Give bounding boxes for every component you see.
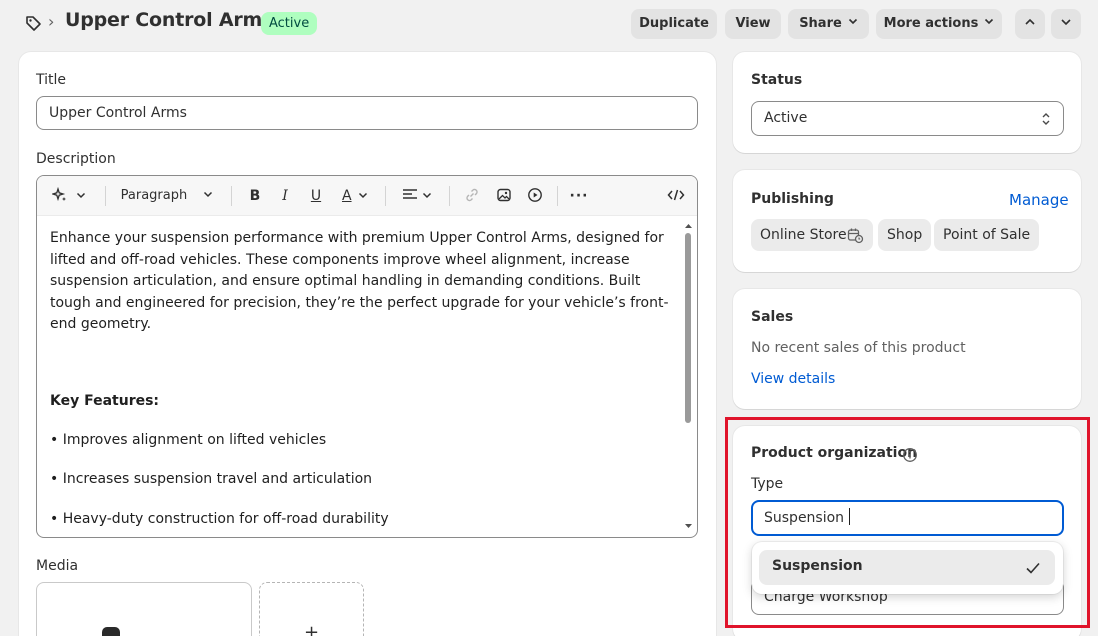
channel-label: Online Store — [760, 227, 847, 243]
title-label: Title — [36, 72, 67, 88]
bold-button[interactable]: B — [245, 184, 265, 208]
chevron-down-icon — [204, 191, 213, 198]
sales-heading: Sales — [751, 309, 794, 325]
chevron-down-icon — [423, 192, 432, 199]
more-actions-label: More actions — [883, 16, 979, 31]
next-product-button[interactable] — [1051, 9, 1081, 39]
chevron-down-icon — [1061, 19, 1071, 26]
channel-shop[interactable]: Shop — [878, 219, 932, 251]
text-color-icon: A — [341, 188, 352, 204]
select-arrows-icon — [1042, 113, 1050, 125]
more-actions-button[interactable]: More actions — [876, 9, 1002, 39]
chevron-up-icon — [1025, 18, 1035, 25]
add-media-button[interactable]: + — [259, 582, 364, 636]
previous-product-button[interactable] — [1015, 9, 1045, 39]
play-circle-icon — [528, 188, 542, 202]
description-label: Description — [36, 151, 116, 167]
feature-item: • Increases suspension travel and articu… — [50, 471, 373, 487]
channel-point-of-sale[interactable]: Point of Sale — [934, 219, 1040, 251]
ai-generate-button[interactable] — [49, 184, 89, 208]
editor-toolbar: Paragraph B I U A ··· — [37, 176, 697, 216]
focus-highlight-box — [725, 417, 1090, 628]
duplicate-button[interactable]: Duplicate — [631, 9, 717, 39]
feature-item: • Heavy-duty construction for off-road d… — [50, 511, 389, 527]
channel-online-store[interactable]: Online Store — [751, 219, 873, 251]
chevron-right-icon: › — [48, 12, 55, 31]
toolbar-divider — [105, 186, 106, 206]
paragraph-style-label: Paragraph — [120, 188, 188, 203]
media-thumbnail[interactable] — [36, 582, 252, 636]
show-html-button[interactable] — [663, 184, 689, 208]
status-select[interactable]: Active — [751, 101, 1064, 136]
text-color-button[interactable]: A — [337, 184, 373, 208]
title-input[interactable]: Upper Control Arms — [36, 96, 698, 130]
insert-image-button[interactable] — [493, 184, 515, 208]
feature-item: • Improves alignment on lifted vehicles — [50, 432, 327, 448]
page-header: › Upper Control Arms Active Duplicate Vi… — [0, 0, 1098, 46]
description-paragraph: Enhance your suspension performance with… — [50, 230, 669, 332]
toolbar-divider — [231, 186, 232, 206]
toolbar-divider — [557, 186, 558, 206]
key-features-heading: Key Features: — [50, 393, 160, 409]
share-button[interactable]: Share — [788, 9, 869, 39]
align-left-icon — [402, 189, 417, 199]
more-horizontal-icon: ··· — [569, 188, 589, 204]
status-badge: Active — [261, 12, 318, 35]
link-icon — [466, 188, 478, 202]
italic-icon: I — [282, 188, 288, 204]
align-button[interactable] — [399, 184, 435, 208]
share-label: Share — [799, 16, 842, 31]
scroll-down-arrow-icon[interactable] — [684, 522, 693, 530]
calendar-clock-icon — [847, 228, 864, 244]
image-icon — [497, 188, 511, 202]
media-label: Media — [36, 558, 79, 574]
toolbar-divider — [385, 186, 386, 206]
status-select-value: Active — [764, 110, 808, 126]
page-title: Upper Control Arms — [65, 9, 274, 31]
toolbar-divider — [449, 186, 450, 206]
underline-button[interactable]: U — [305, 184, 327, 208]
paragraph-style-select[interactable]: Paragraph — [115, 184, 219, 208]
status-heading: Status — [751, 72, 803, 88]
chevron-down-icon — [77, 192, 86, 199]
tag-icon — [26, 16, 41, 31]
more-formatting-button[interactable]: ··· — [568, 184, 590, 208]
sparkle-icon — [50, 186, 66, 202]
insert-link-button[interactable] — [461, 184, 483, 208]
manage-channels-link[interactable]: Manage — [1009, 191, 1069, 209]
publishing-heading: Publishing — [751, 191, 834, 207]
bold-icon: B — [249, 188, 261, 204]
description-content[interactable]: Enhance your suspension performance with… — [50, 228, 680, 336]
product-image — [102, 627, 120, 636]
code-icon — [667, 189, 685, 201]
chevron-down-icon — [848, 18, 857, 25]
chevron-down-icon — [985, 18, 994, 25]
insert-video-button[interactable] — [524, 184, 546, 208]
underline-icon: U — [310, 188, 322, 204]
sales-empty-text: No recent sales of this product — [751, 340, 966, 356]
view-button[interactable]: View — [725, 9, 781, 39]
scroll-up-arrow-icon[interactable] — [684, 222, 693, 230]
editor-scrollbar[interactable] — [685, 233, 691, 423]
italic-button[interactable]: I — [275, 184, 295, 208]
chevron-down-icon — [358, 192, 368, 199]
view-sales-details-link[interactable]: View details — [751, 371, 835, 387]
